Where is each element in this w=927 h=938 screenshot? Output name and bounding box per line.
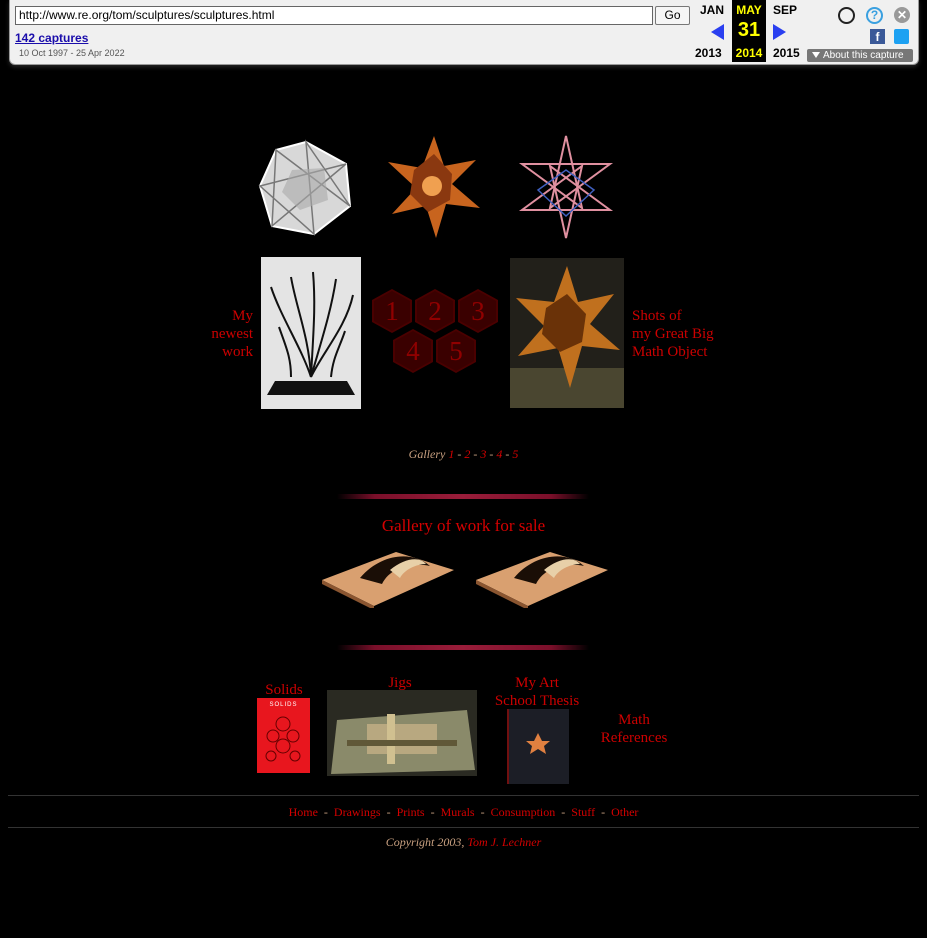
orange-star-polyhedron-thumbnail[interactable]	[380, 130, 488, 244]
footer-link-other[interactable]: Other	[611, 805, 638, 819]
thesis-label-line: My Art	[515, 675, 559, 691]
for-sale-sculpture-thumbnail[interactable]	[474, 548, 609, 610]
footer-separator: -	[383, 805, 394, 819]
gallery-page-link[interactable]: 1	[448, 447, 454, 461]
newest-work-link[interactable]: My newest work	[200, 307, 253, 361]
copyright: Copyright 2003, Tom J. Lechner	[0, 835, 927, 850]
solids-book-cover[interactable]: SOLIDS	[257, 698, 310, 773]
gallery-label: Gallery	[408, 447, 446, 461]
footer-separator: -	[598, 805, 609, 819]
wayback-cur-day: 31	[737, 19, 761, 41]
art-school-thesis-link[interactable]: My Art School Thesis	[487, 674, 587, 710]
footer-link-murals[interactable]: Murals	[441, 805, 475, 819]
gbmo-label-line: my Great Big	[632, 326, 714, 342]
thesis-label-line: School Thesis	[494, 693, 580, 709]
pagination-separator: -	[489, 447, 494, 461]
footer-separator: -	[427, 805, 438, 819]
wayback-current-date: MAY 31 2014	[732, 0, 766, 62]
gallery-page-link[interactable]: 5	[512, 447, 518, 461]
wayback-date-range: 10 Oct 1997 - 25 Apr 2022	[19, 48, 125, 58]
math-label-line: Math	[618, 712, 650, 728]
hex-gallery-5[interactable]: 5	[436, 329, 476, 373]
pagination-separator: -	[473, 447, 478, 461]
gbmo-label-line: Math Object	[632, 344, 708, 360]
section-divider	[337, 494, 589, 499]
for-sale-sculpture-thumbnail[interactable]	[320, 548, 455, 610]
math-label-line: References	[600, 730, 668, 746]
facebook-icon[interactable]: f	[870, 29, 885, 44]
math-references-link[interactable]: Math References	[596, 711, 672, 747]
clear-icosahedron-thumbnail[interactable]	[252, 130, 360, 244]
wayback-captures-link[interactable]: 142 captures	[15, 31, 88, 45]
wayback-cur-year: 2014	[735, 46, 763, 60]
wayback-next-arrow-icon[interactable]	[773, 24, 786, 40]
hex-gallery-2[interactable]: 2	[415, 289, 455, 333]
footer-link-consumption[interactable]: Consumption	[491, 805, 556, 819]
gallery-hex-navigator: 1 2 3 4 5	[372, 289, 500, 375]
footer-link-drawings[interactable]: Drawings	[334, 805, 381, 819]
solids-cover-title: SOLIDS	[269, 702, 298, 708]
gallery-pagination: Gallery 1 - 2 - 3 - 4 - 5	[0, 447, 927, 462]
jigs-photo[interactable]	[327, 690, 477, 776]
footer-link-stuff[interactable]: Stuff	[571, 805, 595, 819]
footer-separator: -	[477, 805, 488, 819]
wayback-prev-arrow-icon[interactable]	[711, 24, 724, 40]
footer-link-prints[interactable]: Prints	[397, 805, 425, 819]
wayback-cur-month: MAY	[736, 3, 762, 17]
close-icon[interactable]: ✕	[894, 7, 910, 23]
newest-work-label-line: newest	[211, 326, 253, 342]
great-big-math-object-link[interactable]: Shots of my Great Big Math Object	[632, 307, 742, 361]
wire-star-polyhedron-thumbnail[interactable]	[508, 130, 624, 244]
newest-work-label-line: My	[232, 308, 253, 324]
footer-rule-top	[8, 795, 919, 796]
wire-sculpture-thumbnail[interactable]	[261, 257, 361, 409]
newest-work-label-line: work	[222, 344, 253, 360]
wayback-prev-year[interactable]: 2013	[695, 46, 722, 60]
great-big-math-object-thumbnail[interactable]	[510, 258, 624, 408]
author-link[interactable]: Tom J. Lechner	[467, 835, 541, 849]
pagination-separator: -	[505, 447, 510, 461]
footer-rule-bottom	[8, 827, 919, 828]
section-divider	[337, 645, 589, 650]
copyright-text: Copyright 2003,	[385, 835, 465, 849]
footer-link-home[interactable]: Home	[289, 805, 318, 819]
pagination-separator: -	[457, 447, 462, 461]
gallery-page-link[interactable]: 2	[464, 447, 470, 461]
wayback-go-button[interactable]: Go	[655, 6, 690, 25]
hex-gallery-4[interactable]: 4	[393, 329, 433, 373]
gallery-page-link[interactable]: 3	[480, 447, 486, 461]
sale-gallery-link[interactable]: Gallery of work for sale	[0, 516, 927, 536]
wayback-toolbar: http://www.re.org/tom/sculptures/sculptu…	[9, 0, 919, 65]
footer-separator: -	[320, 805, 331, 819]
wayback-url-input[interactable]: http://www.re.org/tom/sculptures/sculptu…	[15, 6, 653, 25]
gallery-page-link[interactable]: 4	[496, 447, 502, 461]
thesis-book-cover[interactable]	[507, 709, 569, 784]
wayback-prev-month[interactable]: JAN	[700, 3, 724, 17]
wayback-next-year[interactable]: 2015	[773, 46, 800, 60]
hex-gallery-1[interactable]: 1	[372, 289, 412, 333]
hex-gallery-3[interactable]: 3	[458, 289, 498, 333]
solids-link[interactable]: Solids	[256, 681, 312, 699]
about-capture-button[interactable]: About this capture	[807, 49, 913, 62]
wayback-next-month[interactable]: SEP	[773, 3, 797, 17]
footer-separator: -	[558, 805, 569, 819]
gbmo-label-line: Shots of	[632, 308, 682, 324]
user-account-icon[interactable]	[838, 7, 855, 24]
help-icon[interactable]: ?	[866, 7, 883, 24]
footer-nav: Home - Drawings - Prints - Murals - Cons…	[0, 805, 927, 820]
twitter-icon[interactable]	[894, 29, 909, 44]
